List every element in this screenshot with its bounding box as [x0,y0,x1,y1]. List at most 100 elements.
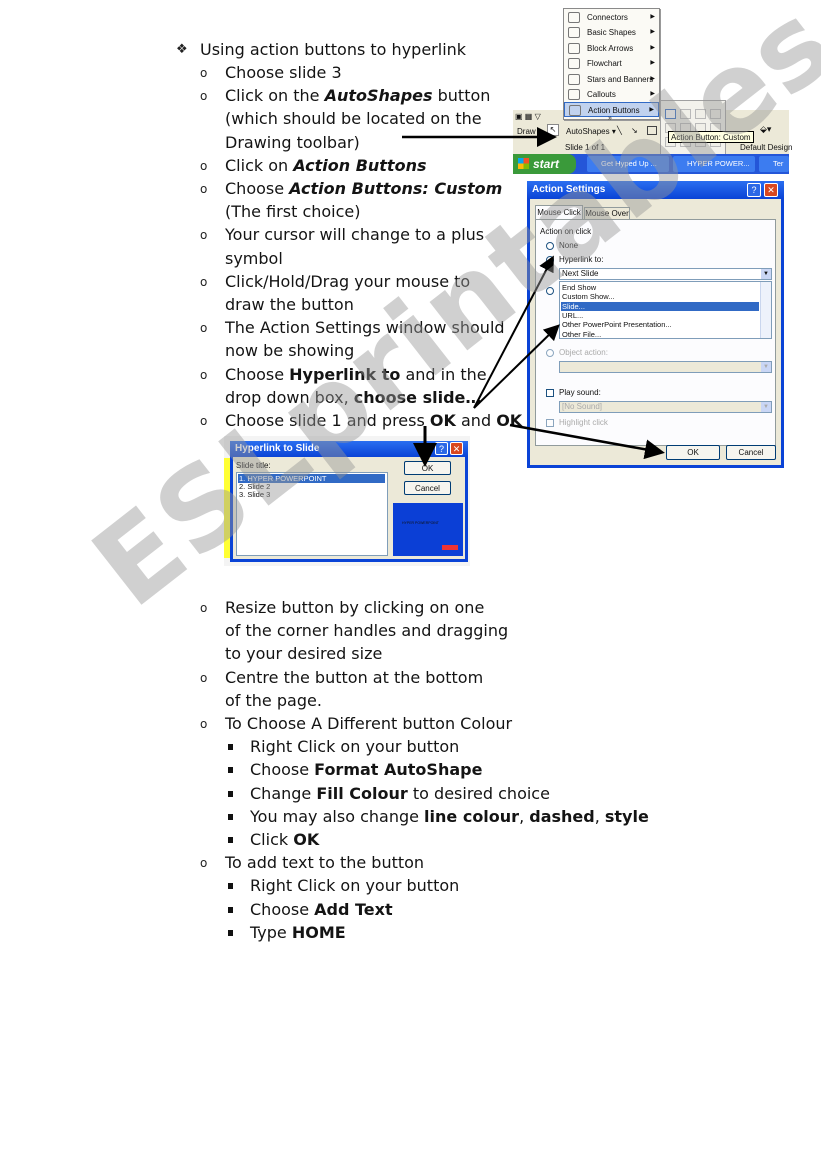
play-sound-checkbox[interactable] [546,389,554,397]
action-buttons-submenu [660,100,726,155]
chevron-down-icon: ▼ [761,269,771,279]
circle-bullet-icon: o [200,856,208,871]
taskbar-item[interactable]: Get Hyped Up ... [587,156,669,172]
instruction-line: Choose Add Text [250,898,393,921]
object-action-label: Object action: [559,348,608,357]
start-button[interactable]: start [513,154,576,174]
action-button-shape[interactable] [695,109,706,119]
menu-item[interactable]: Flowchart ▶ [564,56,659,71]
menu-item[interactable]: Block Arrows ▶ [564,41,659,56]
action-button-shape[interactable] [665,109,676,119]
instruction-line: drop down box, choose slide… [225,386,481,409]
slide-title-label: Slide title: [236,461,271,470]
instruction-line: Choose Hyperlink to and in the [225,363,487,386]
text-run: Choose [225,364,290,384]
text-run: now be showing [225,341,355,361]
draw-menu-button[interactable]: Draw ▾ [517,127,542,137]
menu-item[interactable]: Basic Shapes ▶ [564,25,659,40]
shape-category-icon [568,73,580,85]
square-bullet-icon [228,906,233,913]
autoshapes-button[interactable]: AutoShapes ▾ [566,127,616,137]
shape-category-icon [568,27,580,39]
emphasis-text: Hyperlink to [289,364,401,384]
dropdown-option[interactable]: URL... [561,311,759,320]
close-button[interactable]: ✕ [764,183,778,197]
help-button[interactable]: ? [747,183,761,197]
taskbar-item[interactable]: HYPER POWER... [673,156,755,172]
instruction-line: of the corner handles and dragging [225,619,508,642]
hyperlink-select[interactable]: Next Slide ▼ [559,268,772,280]
shape-category-icon [568,58,580,70]
instruction-line: Right Click on your button [250,735,459,758]
dropdown-option[interactable]: Other File... [561,330,759,339]
run-program-radio[interactable] [546,287,554,295]
dropdown-option[interactable]: End Show [561,283,759,292]
instruction-line: Change Fill Colour to desired choice [250,782,550,805]
tab-mouse-click[interactable]: Mouse Click [535,205,583,219]
section-heading: Using action buttons to hyperlink [200,40,467,59]
text-run: , [519,806,530,826]
close-button[interactable]: ✕ [450,442,463,455]
autoshapes-menu: Connectors ▶ Basic Shapes ▶ Block Arrows ▶ Flo… [563,8,660,122]
ok-button[interactable]: OK [404,461,451,475]
highlight-checkbox[interactable] [546,419,554,427]
text-run: Centre the button at the bottom [225,667,484,687]
action-button-shape[interactable] [680,109,691,119]
text-run: Choose slide 1 and press [225,411,430,430]
highlight-label: Highlight click [559,418,608,427]
square-bullet-icon [228,837,233,843]
text-run: of the page. [225,690,322,710]
dropdown-option[interactable]: Other PowerPoint Presentation... [561,320,759,329]
sound-select[interactable]: [No Sound] ▼ [559,401,772,413]
instruction-line: Choose Action Buttons: Custom [225,177,502,200]
view-buttons-icon: ▣ ▦ ▽ [515,112,541,121]
menu-item-label: Flowchart [587,59,622,69]
instruction-line: (The first choice) [225,200,361,223]
text-run: Choose [250,760,315,780]
cancel-button[interactable]: Cancel [404,481,451,495]
instruction-line: Resize button by clicking on one [225,596,484,619]
circle-bullet-icon: o [200,414,208,428]
slide-list-item[interactable]: 3. Slide 3 [238,490,385,499]
text-run: Choose [225,179,290,198]
text-run: Choose slide 3 [225,63,342,82]
menu-item[interactable]: Callouts ▶ [564,87,659,102]
line-tool-icon[interactable]: ╲ [617,126,622,135]
start-label: start [533,157,560,171]
taskbar: start Get Hyped Up ... HYPER POWER... Te… [513,154,789,174]
shape-category-icon [569,105,581,117]
expand-menu-icon[interactable]: » [608,115,612,122]
ok-button[interactable]: OK [666,445,720,460]
submenu-arrow-icon: ▶ [650,75,655,82]
tab-mouse-over[interactable]: Mouse Over [584,207,630,219]
select-pointer-icon[interactable]: ↖ [547,124,559,136]
rectangle-tool-icon[interactable] [647,126,657,135]
emphasis-text: OK [293,830,320,849]
menu-item[interactable]: Connectors ▶ [564,10,659,25]
taskbar-item[interactable]: Ter [759,156,789,172]
help-button[interactable]: ? [435,442,448,455]
arrow-tool-icon[interactable]: ↘ [631,126,638,135]
dropdown-option[interactable]: Custom Show... [561,292,759,301]
submenu-arrow-icon: ▶ [650,14,655,20]
dropdown-option[interactable]: Slide... [561,301,759,311]
submenu-arrow-icon: ▶ [650,29,655,36]
shape-category-icon [568,12,580,23]
text-run: Your cursor will change to a plus [225,225,485,245]
cancel-button[interactable]: Cancel [726,445,776,460]
emphasis-text: choose slide… [353,387,482,407]
text-run: button [432,86,491,106]
object-action-select[interactable]: ▼ [559,361,772,373]
instruction-line: Choose slide 3 [225,61,342,84]
instruction-line: Centre the button at the bottom [225,666,483,689]
hyperlink-radio[interactable] [546,256,554,264]
action-button-shape[interactable] [710,109,721,119]
instruction-line: Click on Action Buttons [225,154,426,177]
instruction-line: To Choose A Different button Colour [225,712,512,735]
menu-item[interactable]: Stars and Banners ▶ [564,72,659,87]
none-radio[interactable] [546,242,554,250]
scrollbar[interactable] [760,282,771,338]
object-action-radio[interactable] [546,349,554,357]
fill-color-icon[interactable]: ⬙▾ [760,124,771,135]
instruction-line: Click/Hold/Drag your mouse to [225,270,470,293]
